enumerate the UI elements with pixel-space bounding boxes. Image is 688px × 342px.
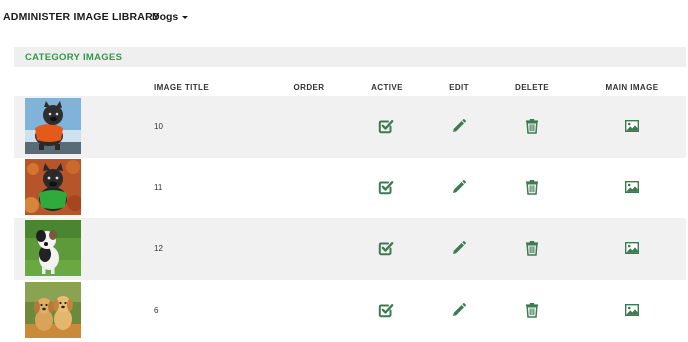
main-image-icon[interactable] xyxy=(624,240,640,256)
delete-trash-icon[interactable] xyxy=(524,240,540,256)
image-title-value: 12 xyxy=(154,244,163,253)
dog-thumbnail-image xyxy=(25,98,81,154)
delete-trash-icon[interactable] xyxy=(524,118,540,134)
column-header-main-image: MAIN IMAGE xyxy=(605,83,659,92)
column-header-active: ACTIVE xyxy=(371,83,403,92)
active-check-icon[interactable] xyxy=(378,179,394,195)
column-header-edit: EDIT xyxy=(449,83,469,92)
edit-pencil-icon[interactable] xyxy=(451,240,467,256)
image-title-value: 10 xyxy=(154,122,163,131)
column-header-order: ORDER xyxy=(293,83,325,92)
dog-thumbnail-image xyxy=(25,282,81,338)
category-dropdown-label: Dogs xyxy=(152,11,179,23)
main-image-icon[interactable] xyxy=(624,179,640,195)
delete-trash-icon[interactable] xyxy=(524,302,540,318)
column-header-delete: DELETE xyxy=(515,83,549,92)
panel-header: CATEGORY IMAGES xyxy=(14,47,686,67)
table-row: 6 xyxy=(14,280,686,342)
caret-down-icon xyxy=(182,16,189,19)
table-row: 11 xyxy=(14,157,686,219)
panel-title: CATEGORY IMAGES xyxy=(25,52,123,63)
dog-thumbnail-image xyxy=(25,220,81,276)
column-header-image-title: IMAGE TITLE xyxy=(154,83,210,92)
category-dropdown[interactable]: Dogs xyxy=(152,11,189,23)
active-check-icon[interactable] xyxy=(378,302,394,318)
edit-pencil-icon[interactable] xyxy=(451,179,467,195)
main-image-icon[interactable] xyxy=(624,118,640,134)
main-image-icon[interactable] xyxy=(624,302,640,318)
table-row: 12 xyxy=(14,218,686,280)
table-row: 10 xyxy=(14,96,686,158)
edit-pencil-icon[interactable] xyxy=(451,118,467,134)
top-bar: ADMINISTER IMAGE LIBRARY Dogs xyxy=(0,0,688,36)
active-check-icon[interactable] xyxy=(378,240,394,256)
image-title-value: 11 xyxy=(154,183,163,192)
page-title: ADMINISTER IMAGE LIBRARY xyxy=(3,11,160,23)
active-check-icon[interactable] xyxy=(378,118,394,134)
delete-trash-icon[interactable] xyxy=(524,179,540,195)
dog-thumbnail-image xyxy=(25,159,81,215)
edit-pencil-icon[interactable] xyxy=(451,302,467,318)
image-title-value: 6 xyxy=(154,306,159,315)
